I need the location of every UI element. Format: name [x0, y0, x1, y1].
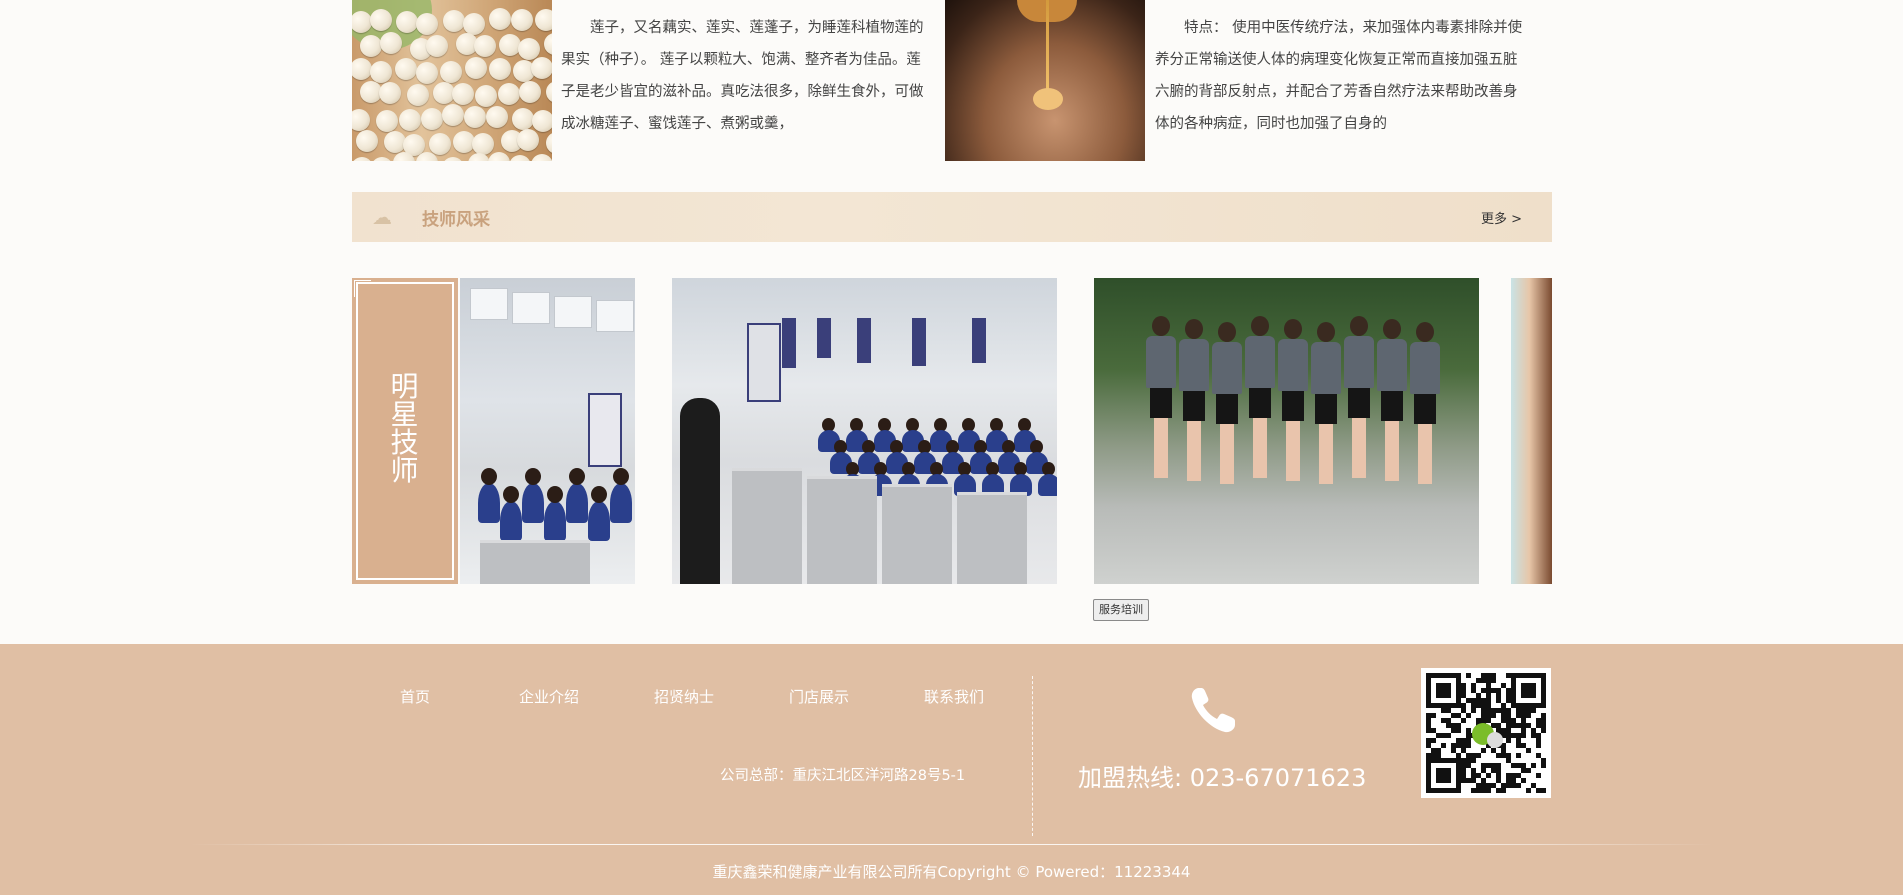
star-technician-panel: 明 星 技 师: [352, 278, 458, 584]
company-address: 公司总部：重庆江北区洋河路28号5-1: [720, 768, 966, 784]
carousel-photo-partial[interactable]: [1511, 278, 1552, 584]
massage-description: 特点： 使用中医传统疗法，来加强体内毒素排除并使养分正常输送使人体的病理变化恢复…: [1155, 20, 1523, 132]
franchise-hotline: 加盟热线: 023-67071623: [1078, 764, 1367, 792]
footer-nav-stores[interactable]: 门店展示: [789, 686, 849, 707]
more-link[interactable]: 更多 >: [1481, 208, 1522, 227]
service-training-button[interactable]: 服务培训: [1093, 599, 1149, 621]
massage-oil-image[interactable]: [945, 0, 1145, 161]
copyright-text: 重庆鑫荣和健康产业有限公司所有Copyright © Powered：11223…: [712, 863, 1191, 881]
cloud-ornament-icon: ☁: [372, 205, 392, 229]
carousel-photo-classroom-side[interactable]: [460, 278, 635, 584]
carousel-photo-classroom[interactable]: [672, 278, 1057, 584]
footer-nav-contact[interactable]: 联系我们: [924, 686, 984, 707]
phone-icon: [1191, 688, 1235, 733]
footer: 首页 企业介绍 招贤纳士 门店展示 联系我们 公司总部：重庆江北区洋河路28号5…: [0, 644, 1903, 895]
footer-nav-careers[interactable]: 招贤纳士: [654, 686, 714, 707]
footer-divider: [1032, 676, 1033, 836]
section-title: 技师风采: [422, 210, 490, 230]
lotus-description: 莲子，又名藕实、莲实、莲蓬子，为睡莲科植物莲的果实（种子）。 莲子以颗粒大、饱满…: [561, 20, 924, 132]
panel-vertical-label: 明 星 技 师: [390, 370, 420, 487]
lotus-seeds-image[interactable]: [352, 0, 552, 161]
footer-nav-home[interactable]: 首页: [400, 686, 430, 707]
qr-code-icon: [1421, 668, 1551, 798]
footer-separator: [190, 844, 1713, 845]
footer-nav-about[interactable]: 企业介绍: [519, 686, 579, 707]
carousel-photo-staff-lineup[interactable]: [1094, 278, 1479, 584]
technician-section-header: ☁ 技师风采 更多 >: [352, 192, 1552, 242]
